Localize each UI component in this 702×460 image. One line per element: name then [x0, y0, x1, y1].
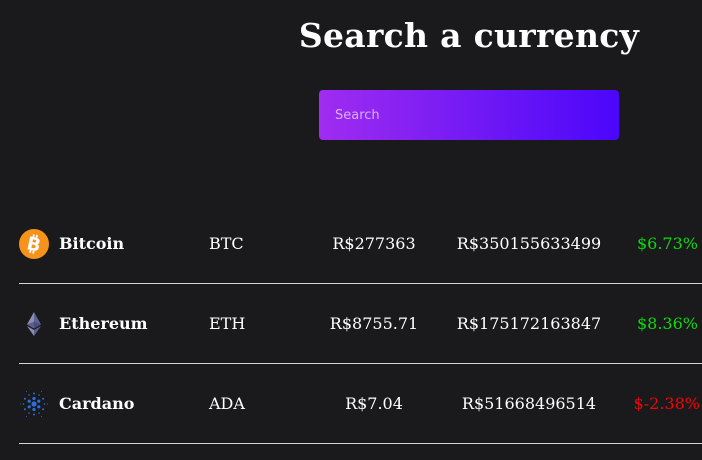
coin-name: Ethereum: [59, 314, 148, 333]
coin-volume: R$175172163847: [456, 314, 602, 333]
coin-change: $8.36%: [636, 314, 698, 333]
coin-price: R$7.04: [345, 394, 403, 413]
coin-row-cardano[interactable]: Cardano ADA R$7.04 R$51668496514 $-2.38%: [19, 364, 702, 444]
coin-name: Cardano: [59, 394, 135, 413]
coin-list: B Bitcoin BTC R$277363 R$350155633499 $6…: [19, 204, 702, 444]
coin-price: R$8755.71: [329, 314, 419, 333]
coin-volume: R$350155633499: [456, 234, 602, 253]
cardano-icon: [20, 391, 48, 417]
coin-change: $-2.38%: [633, 394, 700, 413]
coin-price: R$277363: [332, 234, 416, 253]
coin-volume: R$51668496514: [461, 394, 597, 413]
coin-symbol: ADA: [209, 394, 245, 413]
search-input[interactable]: [319, 90, 619, 140]
coin-change: $6.73%: [636, 234, 698, 253]
coin-symbol: BTC: [209, 234, 244, 253]
ethereum-icon: [27, 312, 41, 336]
page-title: Search a currency: [298, 16, 640, 55]
coin-name: Bitcoin: [59, 234, 125, 253]
bitcoin-icon: B: [19, 229, 49, 259]
search-form: [319, 90, 619, 140]
coin-symbol: ETH: [209, 314, 246, 333]
coin-row-bitcoin[interactable]: B Bitcoin BTC R$277363 R$350155633499 $6…: [19, 204, 702, 284]
coin-row-ethereum[interactable]: Ethereum ETH R$8755.71 R$175172163847 $8…: [19, 284, 702, 364]
